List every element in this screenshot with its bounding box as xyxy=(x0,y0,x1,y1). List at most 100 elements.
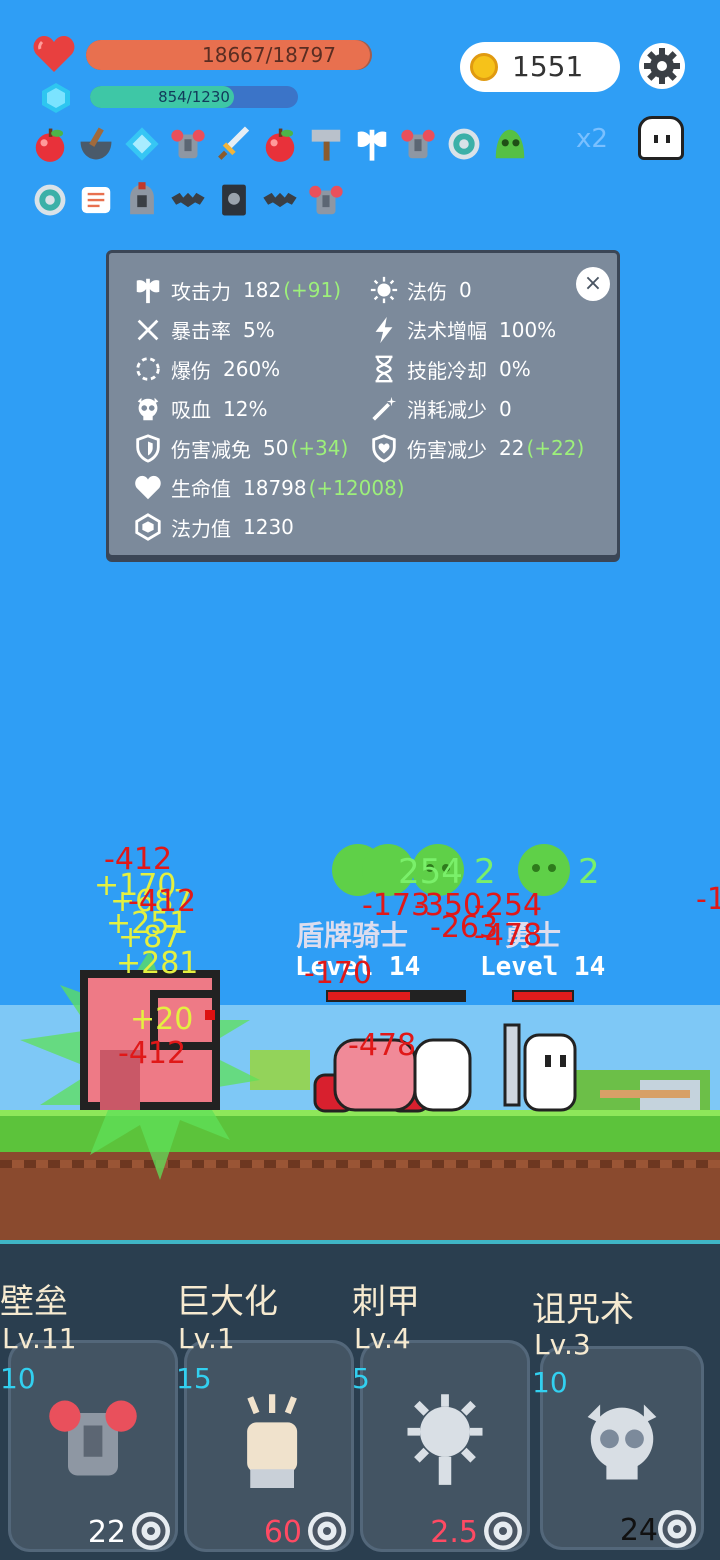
settings-gear-icon[interactable] xyxy=(638,42,686,90)
ghost-button[interactable] xyxy=(638,116,684,160)
hourglass-icon xyxy=(367,352,401,386)
shield-ring-icon[interactable] xyxy=(30,180,70,220)
stat-bonus: (+22) xyxy=(526,436,585,460)
stat-label: 爆伤 xyxy=(171,358,211,383)
skill-value: 60 xyxy=(263,1515,302,1550)
damage-number: 2 xyxy=(578,852,600,892)
bat-icon[interactable] xyxy=(260,180,300,220)
cooldown-icon xyxy=(308,1512,346,1550)
damage-number: -478 xyxy=(348,1028,417,1063)
stat-label: 暴击率 xyxy=(171,319,231,343)
stat-right-3: 消耗减少 0 xyxy=(367,392,514,426)
scroll-icon[interactable] xyxy=(76,180,116,220)
skill-mana-cost: 10 xyxy=(532,1366,568,1399)
mana-gem-icon xyxy=(42,83,70,113)
cooldown-icon xyxy=(484,1512,522,1550)
stat-left-3: 吸血 12% xyxy=(131,392,269,426)
sword-icon[interactable] xyxy=(214,124,254,164)
inventory-row-2 xyxy=(30,180,346,220)
stat-label: 生命值 xyxy=(171,477,231,501)
mortar-icon[interactable] xyxy=(76,124,116,164)
stat-right-2: 技能冷却 0% xyxy=(367,352,533,386)
cooldown-icon xyxy=(658,1510,696,1548)
stat-label: 法伤 xyxy=(407,279,447,304)
shield-ring-icon[interactable] xyxy=(444,124,484,164)
armor-icon[interactable] xyxy=(398,124,438,164)
damage-number: +20 xyxy=(130,1002,194,1037)
sun-icon xyxy=(367,273,401,307)
book-icon[interactable] xyxy=(214,180,254,220)
hammer-icon[interactable] xyxy=(306,124,346,164)
hex-icon xyxy=(131,510,165,544)
coin-icon xyxy=(470,53,498,81)
enemy-hp-bar xyxy=(326,990,466,1002)
skill-level: Lv.3 xyxy=(534,1328,591,1361)
stat-value: 5% xyxy=(243,317,275,342)
stat-bonus: (+34) xyxy=(290,436,349,460)
skill-name: 诅咒术 xyxy=(532,1290,634,1330)
skill-level: Lv.11 xyxy=(2,1322,77,1355)
close-button[interactable]: × xyxy=(576,267,610,301)
stat-value: 12% xyxy=(223,396,268,421)
skill-level: Lv.1 xyxy=(178,1322,235,1355)
armor-icon[interactable] xyxy=(306,180,346,220)
skill-level: Lv.4 xyxy=(354,1322,411,1355)
coin-counter: 1551 xyxy=(460,42,620,92)
inventory-row-1 xyxy=(30,124,530,164)
stat-left-6: 法力值 1230 xyxy=(131,510,296,544)
damage-number: -478 xyxy=(474,918,543,953)
enemy-hp-bar xyxy=(512,990,574,1002)
stat-value: 1230 xyxy=(243,515,294,539)
stat-left-1: 暴击率 5% xyxy=(131,313,277,347)
diamond-icon[interactable] xyxy=(122,124,162,164)
stat-value: 50 xyxy=(263,436,289,460)
stat-right-1: 法术增幅 100% xyxy=(367,313,558,347)
skill-mana-cost: 15 xyxy=(176,1362,212,1395)
stat-label: 法力值 xyxy=(171,516,231,541)
slime-icon[interactable] xyxy=(490,124,530,164)
armor-icon[interactable] xyxy=(168,124,208,164)
lightning-icon xyxy=(367,313,401,347)
stat-value: 0 xyxy=(459,278,472,302)
spike-ball-icon xyxy=(395,1388,495,1492)
skill-value: 24 xyxy=(619,1513,658,1548)
item-multiplier: x2 xyxy=(576,124,608,154)
apple-icon[interactable] xyxy=(30,124,70,164)
skill-mana-cost: 10 xyxy=(0,1362,36,1395)
damage-number: 2 xyxy=(474,852,496,892)
stat-label: 法术增幅 xyxy=(407,319,487,343)
cooldown-icon xyxy=(132,1512,170,1550)
stat-right-0: 法伤 0 xyxy=(367,273,474,307)
skull-icon xyxy=(131,392,165,426)
stat-label: 吸血 xyxy=(171,398,211,422)
skull-icon xyxy=(572,1392,672,1496)
skill-mana-cost: 5 xyxy=(352,1362,370,1395)
skill-name: 巨大化 xyxy=(176,1282,278,1322)
heart-icon xyxy=(33,36,75,72)
mp-text: 854/1230 xyxy=(158,88,230,106)
hp-bar: 18667/18797 xyxy=(86,40,372,70)
damage-number: -412 xyxy=(118,1036,187,1071)
hp-text: 18667/18797 xyxy=(202,43,336,67)
stat-value: 0% xyxy=(499,357,531,381)
stat-bonus: (+91) xyxy=(283,278,341,302)
stat-value: 182 xyxy=(243,278,282,302)
helmet-icon[interactable] xyxy=(122,180,162,220)
bat-icon[interactable] xyxy=(168,180,208,220)
skill-name: 壁垒 xyxy=(0,1282,68,1322)
stat-label: 攻击力 xyxy=(171,279,231,304)
apple-icon[interactable] xyxy=(260,124,300,164)
stat-left-2: 爆伤 260% xyxy=(131,352,282,386)
stat-value: 0 xyxy=(499,396,512,421)
skill-value: 22 xyxy=(87,1515,126,1550)
skill-card-2[interactable]: 2.5 xyxy=(360,1340,530,1552)
axe-icon[interactable] xyxy=(352,124,392,164)
stat-label: 消耗减少 xyxy=(407,398,487,422)
axe-icon xyxy=(131,273,165,307)
stat-value: 260% xyxy=(223,357,281,381)
skill-name: 刺甲 xyxy=(352,1282,420,1322)
stat-value: 100% xyxy=(499,317,557,342)
stat-left-5: 生命值 18798 (+12008) xyxy=(131,471,405,505)
stat-label: 伤害减少 xyxy=(407,437,487,462)
heart-icon xyxy=(131,471,165,505)
